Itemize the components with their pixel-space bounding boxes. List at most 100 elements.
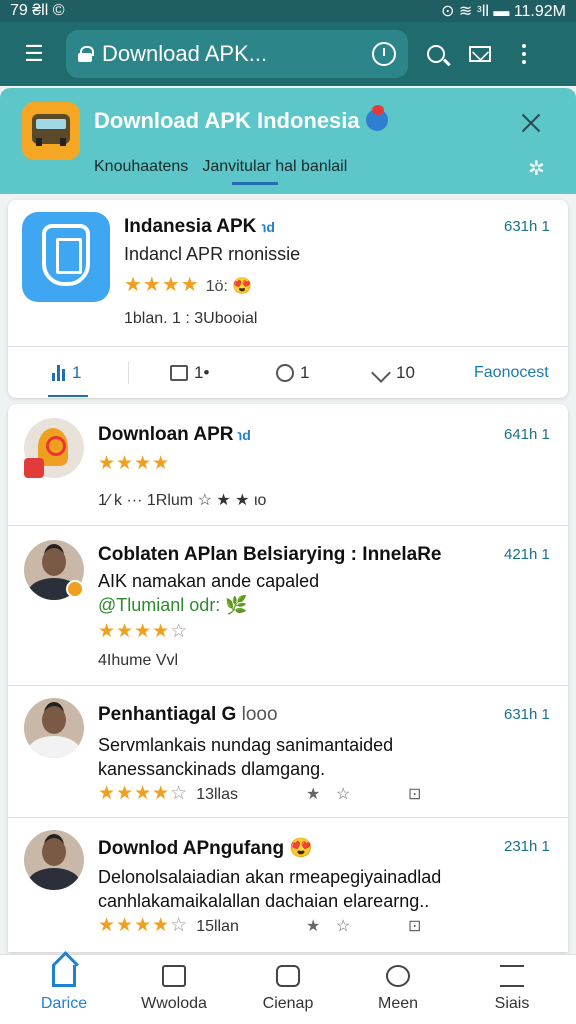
- rating-tail: 1ö: 😍: [205, 278, 253, 295]
- comment-count: 1: [300, 363, 310, 382]
- nav-favorites-label: Meen: [377, 995, 419, 1012]
- favorite-icon[interactable]: ★: [306, 784, 320, 804]
- status-right: ⊙ ≋ ᵌll ▬ 11.92M: [441, 1, 566, 21]
- post-rating: ★★★★☆: [98, 620, 188, 643]
- status-icons: ⊙ ≋ ᵌll ▬ 11.92M: [441, 3, 566, 20]
- featured-meta: 1blan. 1 : 3Ubooial: [124, 310, 258, 327]
- follow-link[interactable]: Faonocest: [474, 364, 549, 382]
- post-text-line2: canhlakamaikalallan dachaian elarearng..: [98, 891, 430, 911]
- like-button[interactable]: 10: [372, 363, 415, 383]
- rating-stars: ★★★★: [124, 274, 200, 296]
- browser-toolbar: ☰ Download APK...: [0, 22, 576, 86]
- search-icon: [427, 45, 445, 63]
- bar-chart-icon: [52, 365, 66, 381]
- heart-icon: [372, 364, 390, 382]
- post-title-lite: looo: [241, 704, 278, 725]
- nav-home[interactable]: Darice: [14, 961, 114, 1013]
- share-icon: [170, 365, 188, 381]
- nav-stats[interactable]: Siais: [462, 961, 562, 1013]
- banner-tabs: Knouhaatens Janvitular hal banlail: [94, 158, 347, 185]
- save-icon[interactable]: ⊡: [408, 784, 421, 804]
- hamburger-menu-icon[interactable]: ☰: [12, 32, 56, 76]
- post-tag: ℩d: [237, 427, 251, 443]
- rating-empty-star: ☆: [170, 621, 189, 642]
- bottom-nav: Darice Wwoloda Cienap Meen Siais: [0, 954, 576, 1024]
- post-title[interactable]: Penhantiagal G looo: [98, 704, 278, 726]
- list-item[interactable]: Downloan APR ℩d 641h 1 ★★★★ 1⁄ k ··· 1Rlu…: [8, 404, 568, 526]
- rating-empty-star: ☆: [170, 783, 189, 804]
- nav-favorites[interactable]: Meen: [348, 961, 448, 1013]
- stats-count: 1: [72, 363, 82, 382]
- comment-button[interactable]: 1: [276, 363, 309, 383]
- post-time: 641h 1: [504, 426, 550, 443]
- rating-empty-star: ☆: [170, 915, 189, 936]
- post-title[interactable]: Downlod APngufang 😍: [98, 836, 313, 860]
- featured-rating: ★★★★ 1ö: 😍: [124, 272, 252, 297]
- featured-app-card[interactable]: Indanesia APK ℩d Indancl APR rnonissie ★…: [8, 200, 568, 398]
- nav-stats-label: Siais: [494, 995, 530, 1012]
- nav-clean[interactable]: Cienap: [238, 961, 338, 1013]
- featured-tag: ℩d: [261, 219, 275, 235]
- save-icon[interactable]: ⊡: [408, 916, 421, 936]
- post-title-text: Penhantiagal G: [98, 704, 237, 725]
- banner-title-text: Download APK Indonesia: [94, 108, 360, 133]
- favorite-icon[interactable]: ★: [306, 916, 320, 936]
- action-separator: [128, 362, 129, 384]
- rating-tail: 15llan: [196, 918, 239, 935]
- more-vert-icon: [522, 44, 526, 64]
- heart-icon: [386, 965, 410, 987]
- list-item[interactable]: Penhantiagal G looo 631h 1 Servmlankais …: [8, 686, 568, 818]
- nav-downloads[interactable]: Wwoloda: [124, 961, 224, 1013]
- list-item[interactable]: Downlod APngufang 😍 231h 1 Delonolsalaia…: [8, 818, 568, 952]
- settings-icon[interactable]: ✲: [528, 156, 554, 182]
- post-mention: @Tlumianl odr: 🌿: [98, 594, 518, 616]
- more-options-button[interactable]: [502, 32, 546, 76]
- post-time: 421h 1: [504, 546, 550, 563]
- post-text-line1: Servmlankais nundag sanimantaided: [98, 735, 394, 755]
- search-button[interactable]: [414, 32, 458, 76]
- post-rating: ★★★★☆ 15llan: [98, 914, 239, 937]
- close-icon[interactable]: [516, 108, 546, 138]
- post-rating: ★★★★☆ 13llas: [98, 782, 238, 805]
- post-text-line2: kanessanckinads dlamgang.: [98, 759, 326, 779]
- banner-tab-1[interactable]: Knouhaatens: [94, 158, 188, 176]
- post-time: 231h 1: [504, 838, 550, 855]
- post-meta: 1⁄ k ··· 1Rlum ☆ ★ ★ ιo: [98, 492, 267, 509]
- post-time: 631h 1: [504, 706, 550, 723]
- banner-title: Download APK Indonesia: [94, 105, 388, 134]
- timer-icon[interactable]: [372, 42, 396, 66]
- post-rating: ★★★★: [98, 453, 171, 474]
- rating-stars: ★★★★: [98, 621, 171, 642]
- bookmark-icon[interactable]: ☆: [336, 784, 350, 804]
- avatar[interactable]: [24, 830, 84, 890]
- share-count: 1•: [194, 363, 210, 382]
- nav-clean-label: Cienap: [262, 995, 314, 1012]
- share-button[interactable]: 1•: [170, 363, 209, 383]
- nav-downloads-label: Wwoloda: [141, 995, 207, 1012]
- rating-stars: ★★★★: [98, 783, 171, 804]
- featured-time: 631h 1: [504, 218, 550, 235]
- card-divider: [8, 346, 568, 347]
- avatar[interactable]: [24, 698, 84, 758]
- post-meta: 4Ihume Vvl: [98, 652, 179, 669]
- lock-icon: [78, 46, 94, 62]
- featured-title-text: Indanesia APK: [124, 216, 257, 237]
- bus-logo-icon: [22, 102, 80, 160]
- banner-tab-2[interactable]: Janvitular hal banlail: [202, 158, 347, 185]
- featured-app-title[interactable]: Indanesia APK ℩d: [124, 216, 275, 238]
- rating-stars: ★★★★: [98, 915, 171, 936]
- mention-text[interactable]: @Tlumianl odr: 🌿: [98, 595, 248, 615]
- url-text: Download APK...: [102, 41, 268, 66]
- mail-button[interactable]: [458, 32, 502, 76]
- list-item[interactable]: Coblaten APlan Belsiarying : InnelaRe 42…: [8, 526, 568, 686]
- home-icon: [52, 965, 76, 987]
- bookmark-icon[interactable]: ☆: [336, 916, 350, 936]
- app-badge-icon: [24, 458, 44, 478]
- post-title[interactable]: Coblaten APlan Belsiarying : InnelaRe: [98, 544, 441, 566]
- address-bar[interactable]: Download APK...: [66, 30, 408, 78]
- stack-icon: [500, 965, 524, 987]
- status-left: 79 ₴ll ©: [10, 2, 65, 19]
- post-feed: Downloan APR ℩d 641h 1 ★★★★ 1⁄ k ··· 1Rlu…: [8, 404, 568, 952]
- stats-button[interactable]: 1: [47, 363, 89, 397]
- post-title[interactable]: Downloan APR ℩d: [98, 424, 251, 446]
